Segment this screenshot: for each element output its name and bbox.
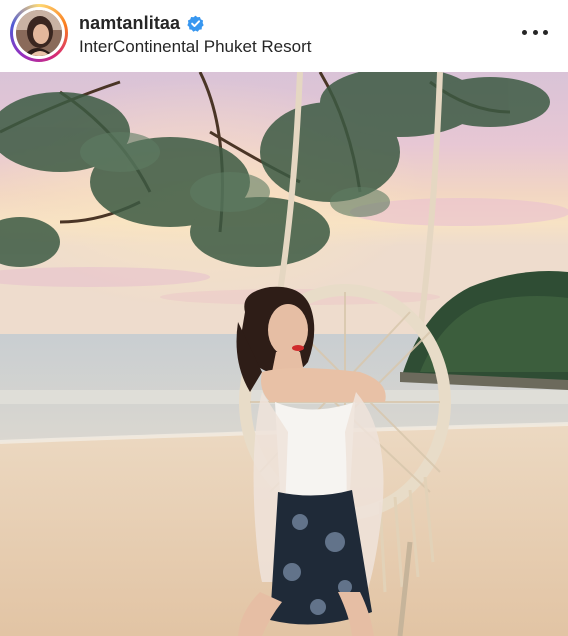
username[interactable]: namtanlitaa	[79, 13, 180, 34]
location-link[interactable]: InterContinental Phuket Resort	[79, 37, 311, 57]
avatar[interactable]	[16, 10, 62, 56]
story-ring[interactable]	[10, 4, 68, 62]
more-options-icon[interactable]	[522, 22, 548, 42]
verified-badge-icon	[187, 15, 204, 32]
instagram-post: namtanlitaa InterContinental Phuket Reso…	[0, 0, 568, 636]
post-photo[interactable]	[0, 72, 568, 636]
post-header: namtanlitaa InterContinental Phuket Reso…	[0, 0, 568, 72]
